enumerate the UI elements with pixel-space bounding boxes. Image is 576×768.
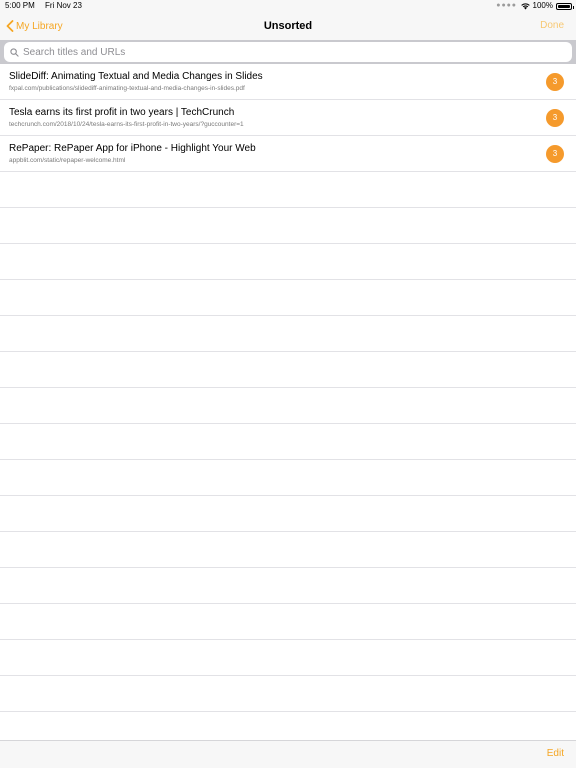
item-title: RePaper: RePaper App for iPhone - Highli… (9, 143, 256, 154)
empty-row (0, 532, 576, 568)
empty-row (0, 604, 576, 640)
list-item[interactable]: Tesla earns its first profit in two year… (0, 100, 576, 136)
item-title: Tesla earns its first profit in two year… (9, 107, 235, 118)
item-url: techcrunch.com/2018/10/24/tesla-earns-it… (9, 121, 244, 128)
list-item[interactable]: SlideDiff: Animating Textual and Media C… (0, 64, 576, 100)
bottom-toolbar: Edit (0, 740, 576, 768)
status-bar: 5:00 PM Fri Nov 23 ● ● ● ● 100% (0, 0, 576, 12)
empty-row (0, 640, 576, 676)
cellular-signal-icon: ● ● ● ● (496, 2, 516, 9)
item-title: SlideDiff: Animating Textual and Media C… (9, 71, 263, 82)
highlight-count-badge: 3 (546, 109, 564, 127)
empty-row (0, 388, 576, 424)
navigation-bar: My Library Unsorted Done (0, 12, 576, 40)
status-right: ● ● ● ● 100% (496, 0, 574, 12)
status-time: 5:00 PM (5, 1, 35, 10)
empty-row (0, 568, 576, 604)
search-icon (10, 47, 19, 57)
item-url: appblit.com/static/repaper-welcome.html (9, 157, 126, 164)
item-url: fxpal.com/publications/slidediff-animati… (9, 85, 245, 92)
status-left: 5:00 PM Fri Nov 23 (5, 0, 82, 12)
battery-percentage: 100% (532, 1, 553, 10)
done-button[interactable]: Done (540, 18, 564, 34)
search-input[interactable] (23, 46, 543, 58)
empty-row (0, 280, 576, 316)
empty-row (0, 316, 576, 352)
empty-row (0, 208, 576, 244)
list-item[interactable]: RePaper: RePaper App for iPhone - Highli… (0, 136, 576, 172)
empty-row (0, 172, 576, 208)
edit-button[interactable]: Edit (547, 748, 564, 759)
search-field[interactable] (4, 42, 572, 62)
empty-row (0, 676, 576, 712)
empty-row (0, 352, 576, 388)
wifi-icon (520, 2, 530, 9)
highlight-count-badge: 3 (546, 73, 564, 91)
battery-icon (556, 2, 574, 10)
empty-row (0, 244, 576, 280)
highlight-count-badge: 3 (546, 145, 564, 163)
status-date: Fri Nov 23 (45, 1, 82, 10)
empty-row (0, 424, 576, 460)
empty-row (0, 496, 576, 532)
bookmark-list: SlideDiff: Animating Textual and Media C… (0, 64, 576, 748)
empty-row (0, 460, 576, 496)
page-title: Unsorted (263, 20, 313, 32)
search-bar (0, 40, 576, 64)
